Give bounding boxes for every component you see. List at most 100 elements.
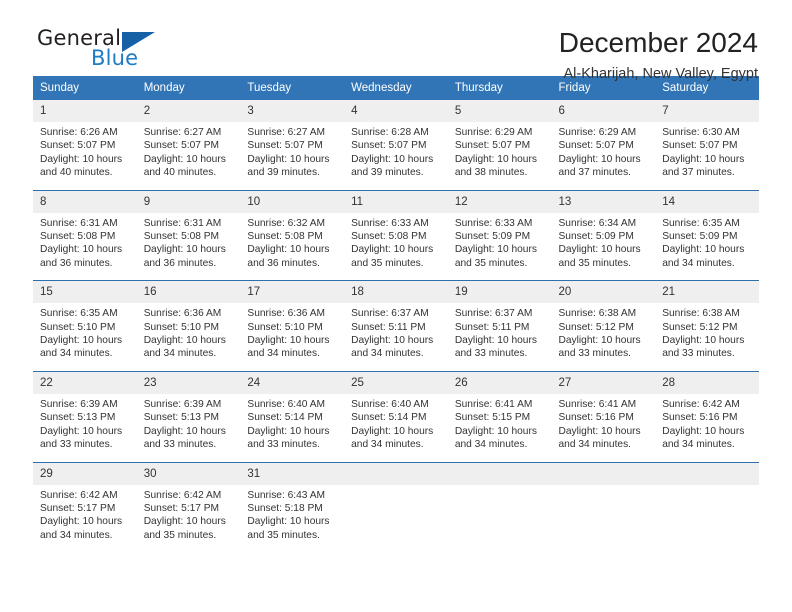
day-details: Sunrise: 6:32 AM Sunset: 5:08 PM Daylight:…: [240, 213, 344, 281]
calendar-day-cell[interactable]: 22 Sunrise: 6:39 AM Sunset: 5:13 PM Dayligh…: [33, 370, 137, 462]
day-daylight-line: Daylight: 10 hours: [558, 153, 641, 165]
calendar-day-cell[interactable]: 21 Sunrise: 6:38 AM Sunset: 5:12 PM Dayligh…: [655, 280, 759, 372]
day-details: Sunrise: 6:41 AM Sunset: 5:15 PM Daylight:…: [448, 394, 552, 462]
day-sunrise-line: Sunrise: 6:33 AM: [454, 217, 533, 229]
day-number: 9: [136, 190, 241, 213]
calendar-day-cell[interactable]: 3 Sunrise: 6:27 AM Sunset: 5:07 PM Daylight…: [240, 100, 345, 190]
calendar-day-cell[interactable]: 11 Sunrise: 6:33 AM Sunset: 5:08 PM Dayligh…: [344, 189, 448, 281]
day-daylight-line: and 34 minutes.: [662, 439, 735, 451]
day-daylight-line: and 34 minutes.: [351, 439, 424, 451]
day-details: Sunrise: 6:40 AM Sunset: 5:14 PM Daylight:…: [344, 394, 448, 462]
calendar-day-cell[interactable]: 7 Sunrise: 6:30 AM Sunset: 5:07 PM Daylight…: [655, 100, 759, 190]
calendar-day-cell[interactable]: 19 Sunrise: 6:37 AM Sunset: 5:11 PM Dayligh…: [447, 280, 552, 372]
day-number: 29: [33, 462, 137, 485]
day-details: Sunrise: 6:31 AM Sunset: 5:08 PM Daylight:…: [137, 213, 241, 281]
calendar-day-cell[interactable]: 16 Sunrise: 6:36 AM Sunset: 5:10 PM Dayligh…: [136, 280, 241, 372]
day-daylight-line: and 40 minutes.: [40, 167, 113, 179]
day-details: Sunrise: 6:36 AM Sunset: 5:10 PM Daylight:…: [240, 303, 344, 371]
day-daylight-line: Daylight: 10 hours: [143, 335, 226, 347]
day-sunrise-line: Sunrise: 6:36 AM: [143, 308, 222, 320]
day-sunrise-line: Sunrise: 6:39 AM: [40, 398, 118, 410]
calendar-day-cell[interactable]: 18 Sunrise: 6:37 AM Sunset: 5:11 PM Dayligh…: [344, 280, 448, 372]
calendar-day-cell[interactable]: 27 Sunrise: 6:41 AM Sunset: 5:16 PM Dayligh…: [551, 370, 656, 462]
calendar-table: Sunday Monday Tuesday Wednesday Thursday…: [33, 76, 759, 553]
day-daylight-line: Daylight: 10 hours: [143, 244, 226, 256]
day-sunset-line: Sunset: 5:15 PM: [454, 412, 531, 424]
day-sunset-line: Sunset: 5:07 PM: [351, 140, 427, 152]
day-number: [344, 462, 448, 485]
day-sunrise-line: Sunrise: 6:42 AM: [143, 489, 222, 501]
day-sunset-line: Sunset: 5:11 PM: [454, 321, 530, 333]
day-details: Sunrise: 6:26 AM Sunset: 5:07 PM Daylight:…: [33, 122, 137, 190]
day-daylight-line: Daylight: 10 hours: [351, 335, 434, 347]
day-daylight-line: Daylight: 10 hours: [351, 425, 434, 437]
day-sunrise-line: Sunrise: 6:35 AM: [40, 308, 118, 320]
calendar-day-cell[interactable]: 4 Sunrise: 6:28 AM Sunset: 5:07 PM Daylight…: [344, 100, 448, 190]
day-sunset-line: Sunset: 5:14 PM: [351, 412, 427, 424]
day-sunset-line: Sunset: 5:13 PM: [40, 412, 116, 424]
calendar-day-cell[interactable]: 26 Sunrise: 6:41 AM Sunset: 5:15 PM Dayligh…: [447, 370, 552, 462]
day-number: 30: [136, 462, 241, 485]
page-header: General Blue December 2024 Al-Kharijah, …: [33, 0, 759, 82]
day-sunset-line: Sunset: 5:08 PM: [143, 231, 220, 243]
day-details: Sunrise: 6:31 AM Sunset: 5:08 PM Daylight:…: [33, 213, 137, 281]
day-daylight-line: and 34 minutes.: [351, 348, 424, 360]
calendar-day-cell[interactable]: 30 Sunrise: 6:42 AM Sunset: 5:17 PM Dayligh…: [136, 461, 241, 553]
day-details: Sunrise: 6:37 AM Sunset: 5:11 PM Daylight:…: [344, 303, 448, 371]
day-daylight-line: and 33 minutes.: [662, 348, 735, 360]
calendar-day-cell[interactable]: 29 Sunrise: 6:42 AM Sunset: 5:17 PM Dayligh…: [33, 461, 137, 553]
calendar-day-cell[interactable]: 2 Sunrise: 6:27 AM Sunset: 5:07 PM Daylight…: [136, 100, 241, 190]
calendar-week-row: 8 Sunrise: 6:31 AM Sunset: 5:08 PM Daylight…: [33, 189, 759, 281]
calendar-day-cell[interactable]: 31 Sunrise: 6:43 AM Sunset: 5:18 PM Dayligh…: [240, 461, 345, 553]
day-number: 17: [240, 281, 345, 304]
calendar-day-cell[interactable]: 25 Sunrise: 6:40 AM Sunset: 5:14 PM Dayligh…: [344, 370, 448, 462]
day-daylight-line: and 35 minutes.: [143, 529, 217, 541]
calendar-day-cell[interactable]: 15 Sunrise: 6:35 AM Sunset: 5:10 PM Dayligh…: [33, 280, 137, 372]
calendar-day-cell[interactable]: 20 Sunrise: 6:38 AM Sunset: 5:12 PM Dayligh…: [551, 280, 656, 372]
day-number: 11: [344, 190, 448, 213]
day-sunrise-line: Sunrise: 6:40 AM: [247, 398, 325, 410]
day-daylight-line: and 35 minutes.: [351, 257, 424, 269]
calendar-day-cell[interactable]: 6 Sunrise: 6:29 AM Sunset: 5:07 PM Daylight…: [551, 100, 656, 190]
calendar-day-cell[interactable]: 9 Sunrise: 6:31 AM Sunset: 5:08 PM Daylight…: [136, 189, 241, 281]
day-sunset-line: Sunset: 5:16 PM: [662, 412, 738, 424]
day-sunset-line: Sunset: 5:11 PM: [351, 321, 426, 333]
day-sunrise-line: Sunrise: 6:27 AM: [143, 127, 222, 138]
day-daylight-line: Daylight: 10 hours: [143, 425, 226, 437]
day-daylight-line: and 34 minutes.: [143, 348, 217, 360]
day-number: 10: [240, 190, 345, 213]
day-daylight-line: and 33 minutes.: [454, 348, 528, 360]
calendar-day-cell[interactable]: 8 Sunrise: 6:31 AM Sunset: 5:08 PM Daylight…: [33, 189, 137, 281]
calendar-day-cell[interactable]: 1 Sunrise: 6:26 AM Sunset: 5:07 PM Daylight…: [33, 100, 137, 190]
day-daylight-line: Daylight: 10 hours: [247, 153, 330, 165]
day-daylight-line: Daylight: 10 hours: [662, 153, 745, 165]
calendar-day-cell[interactable]: 17 Sunrise: 6:36 AM Sunset: 5:10 PM Dayligh…: [240, 280, 345, 372]
day-sunrise-line: Sunrise: 6:37 AM: [351, 308, 429, 320]
day-details: [344, 485, 448, 499]
logo-text-blue: Blue: [91, 46, 139, 70]
weekday-header-thursday: Thursday: [447, 76, 552, 100]
day-number: 24: [240, 371, 345, 394]
day-sunrise-line: Sunrise: 6:26 AM: [40, 127, 118, 138]
day-details: Sunrise: 6:39 AM Sunset: 5:13 PM Daylight:…: [33, 394, 137, 462]
calendar-day-cell[interactable]: 10 Sunrise: 6:32 AM Sunset: 5:08 PM Dayligh…: [240, 189, 345, 281]
general-blue-logo[interactable]: General Blue: [33, 26, 173, 72]
calendar-day-cell[interactable]: 12 Sunrise: 6:33 AM Sunset: 5:09 PM Dayligh…: [447, 189, 552, 281]
day-daylight-line: Daylight: 10 hours: [40, 244, 123, 256]
day-daylight-line: and 34 minutes.: [247, 348, 320, 360]
day-number: 15: [33, 281, 137, 304]
day-number: 22: [33, 371, 137, 394]
day-details: Sunrise: 6:42 AM Sunset: 5:17 PM Daylight:…: [33, 485, 137, 553]
calendar-day-cell[interactable]: 24 Sunrise: 6:40 AM Sunset: 5:14 PM Dayligh…: [240, 370, 345, 462]
calendar-day-cell[interactable]: 5 Sunrise: 6:29 AM Sunset: 5:07 PM Daylight…: [447, 100, 552, 190]
calendar-day-cell[interactable]: 28 Sunrise: 6:42 AM Sunset: 5:16 PM Dayligh…: [655, 370, 759, 462]
day-sunrise-line: Sunrise: 6:29 AM: [558, 127, 637, 138]
calendar-day-cell[interactable]: 14 Sunrise: 6:35 AM Sunset: 5:09 PM Dayligh…: [655, 189, 759, 281]
calendar-day-cell[interactable]: 13 Sunrise: 6:34 AM Sunset: 5:09 PM Dayligh…: [551, 189, 656, 281]
day-daylight-line: and 34 minutes.: [40, 529, 113, 541]
day-number: 6: [551, 100, 656, 122]
day-details: Sunrise: 6:38 AM Sunset: 5:12 PM Daylight:…: [552, 303, 656, 371]
calendar-day-cell[interactable]: 23 Sunrise: 6:39 AM Sunset: 5:13 PM Dayligh…: [136, 370, 241, 462]
day-details: Sunrise: 6:42 AM Sunset: 5:17 PM Daylight:…: [137, 485, 241, 553]
day-details: [655, 485, 759, 499]
